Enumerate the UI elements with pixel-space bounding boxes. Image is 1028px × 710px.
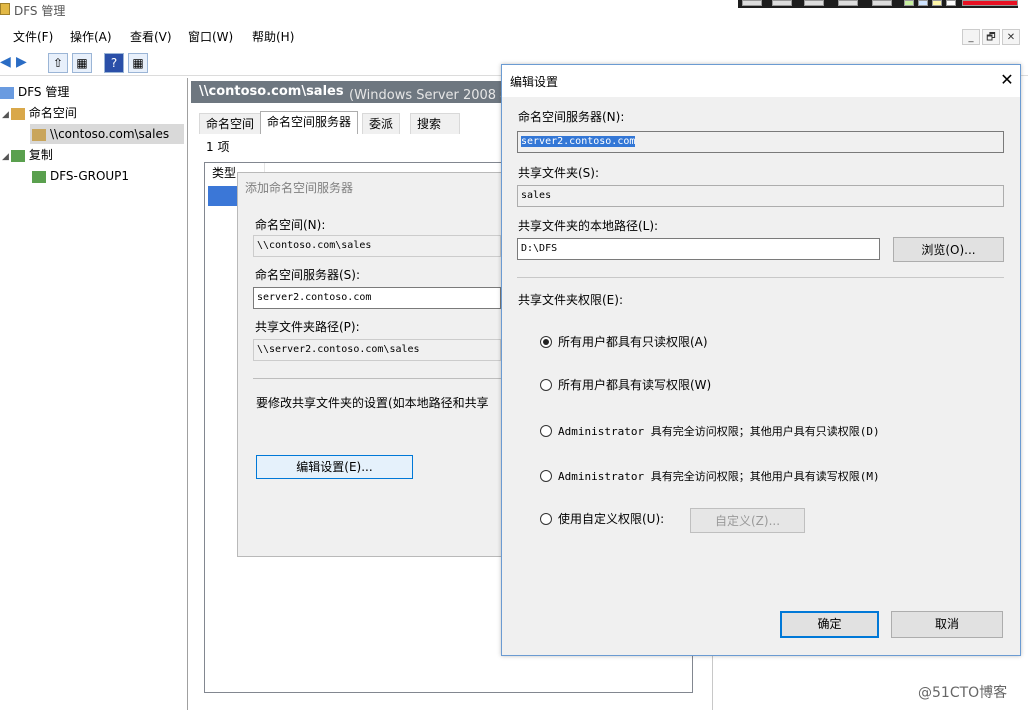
tree-replication[interactable]: ◢ 复制 <box>2 145 53 165</box>
action-pane-icon[interactable]: ▦ <box>128 53 148 73</box>
color-swatch[interactable] <box>904 0 914 6</box>
radio-label: 使用自定义权限(U): <box>558 512 665 526</box>
radio-readwrite-all[interactable]: 所有用户都具有读写权限(W) <box>540 376 711 394</box>
tab-namespace-servers[interactable]: 命名空间服务器 <box>260 111 359 134</box>
ns-server-field: server2.contoso.com <box>517 131 1004 153</box>
share-path-field: \\server2.contoso.com\sales <box>253 339 501 361</box>
radio-icon[interactable] <box>540 512 552 525</box>
shared-folder-field: sales <box>517 185 1004 207</box>
namespace-icon <box>10 107 25 120</box>
menu-view[interactable]: 查看(V) <box>130 28 172 45</box>
strip-button[interactable] <box>742 0 762 6</box>
radio-label: 所有用户都具有读写权限(W) <box>558 378 712 392</box>
radio-icon[interactable] <box>540 425 552 437</box>
radio-label: 所有用户都具有只读权限(A) <box>558 335 708 349</box>
close-icon[interactable]: ✕ <box>1002 29 1020 45</box>
strip-button[interactable] <box>838 0 858 6</box>
local-path-label: 共享文件夹的本地路径(L): <box>518 219 659 233</box>
menu-action[interactable]: 操作(A) <box>70 28 112 45</box>
dfs-icon <box>0 86 14 99</box>
permissions-label: 共享文件夹权限(E): <box>518 293 623 307</box>
title-bar: DFS 管理 <box>0 0 1028 22</box>
menu-file[interactable]: 文件(F) <box>13 28 53 45</box>
edit-dialog-title-bar <box>502 65 1020 97</box>
radio-icon[interactable] <box>540 470 552 482</box>
expand-icon[interactable]: ◢ <box>2 152 9 162</box>
replication-group-icon <box>32 170 46 183</box>
menu-help[interactable]: 帮助(H) <box>252 28 294 45</box>
up-folder-icon[interactable]: ⇧ <box>48 53 68 73</box>
radio-label: Administrator 具有完全访问权限；其他用户具有只读权限(D) <box>558 425 880 438</box>
close-icon[interactable]: ✕ <box>997 70 1017 90</box>
expand-icon[interactable]: ◢ <box>2 110 9 120</box>
strip-button[interactable] <box>872 0 892 6</box>
add-dialog-title: 添加命名空间服务器 <box>245 181 354 195</box>
tree-namespace-item[interactable]: \\contoso.com\sales <box>30 124 184 144</box>
namespace-mode: (Windows Server 2008 模 <box>349 88 514 103</box>
divider <box>253 378 501 379</box>
radio-admin-full-others-readonly[interactable]: Administrator 具有完全访问权限；其他用户具有只读权限(D) <box>540 423 880 441</box>
tree-replication-label: 复制 <box>28 148 53 162</box>
tree-root-label: DFS 管理 <box>18 85 70 99</box>
back-arrow-icon[interactable]: ◀ <box>0 55 11 69</box>
tab-delegation[interactable]: 委派 <box>362 113 401 134</box>
cancel-button[interactable]: 取消 <box>891 611 1003 638</box>
radio-readonly-all[interactable]: 所有用户都具有只读权限(A) <box>540 333 708 351</box>
edit-settings-button[interactable]: 编辑设置(E)... <box>256 455 413 479</box>
ns-server-value: server2.contoso.com <box>521 136 636 147</box>
custom-permissions-button[interactable]: 自定义(Z)... <box>690 508 805 533</box>
tree-replication-item-label: DFS-GROUP1 <box>50 169 130 183</box>
watermark: @51CTO博客 <box>918 685 1008 701</box>
divider <box>517 277 1004 278</box>
strip-button[interactable] <box>772 0 792 6</box>
replication-icon <box>10 149 25 162</box>
show-pane-icon[interactable]: ▦ <box>72 53 92 73</box>
tree-namespaces[interactable]: ◢ 命名空间 <box>2 103 77 123</box>
tree-replication-item[interactable]: DFS-GROUP1 <box>32 166 129 186</box>
server-field[interactable]: server2.contoso.com <box>253 287 501 309</box>
tree-namespaces-label: 命名空间 <box>28 106 77 120</box>
app-icon <box>0 3 10 15</box>
share-path-label: 共享文件夹路径(P): <box>255 320 360 334</box>
tab-namespace[interactable]: 命名空间 <box>199 113 262 134</box>
forward-arrow-icon[interactable]: ▶ <box>16 55 32 69</box>
color-swatch[interactable] <box>932 0 942 6</box>
ok-button[interactable]: 确定 <box>780 611 879 638</box>
radio-label: Administrator 具有完全访问权限；其他用户具有读写权限(M) <box>558 470 880 483</box>
details-header: \\contoso.com\sales (Windows Server 2008… <box>191 81 513 103</box>
window-title: DFS 管理 <box>14 4 66 18</box>
color-swatch[interactable] <box>946 0 956 6</box>
radio-custom[interactable]: 使用自定义权限(U): <box>540 510 664 528</box>
item-count: 1 项 <box>206 140 230 154</box>
namespace-field: \\contoso.com\sales <box>253 235 501 257</box>
strip-button[interactable] <box>804 0 824 6</box>
tree-namespace-item-label: \\contoso.com\sales <box>50 127 170 141</box>
edit-dialog-title: 编辑设置 <box>510 75 559 89</box>
restore-icon[interactable]: 🗗 <box>982 29 1000 45</box>
list-item[interactable] <box>208 186 238 206</box>
radio-admin-full-others-readwrite[interactable]: Administrator 具有完全访问权限；其他用户具有读写权限(M) <box>540 468 880 486</box>
help-icon[interactable]: ? <box>104 53 124 73</box>
namespace-path: \\contoso.com\sales <box>199 84 344 99</box>
server-label: 命名空间服务器(S): <box>255 268 361 282</box>
close-window-button[interactable] <box>962 0 1018 6</box>
shared-folder-label: 共享文件夹(S): <box>518 166 600 180</box>
minimize-icon[interactable]: _ <box>962 29 980 45</box>
browse-button[interactable]: 浏览(O)... <box>893 237 1004 262</box>
tree-root[interactable]: DFS 管理 <box>0 82 69 102</box>
tab-search[interactable]: 搜索 <box>410 113 460 134</box>
color-swatch[interactable] <box>918 0 928 6</box>
radio-selected-icon[interactable] <box>540 335 552 348</box>
radio-icon[interactable] <box>540 378 552 391</box>
ns-server-label: 命名空间服务器(N): <box>518 110 625 124</box>
edit-settings-note: 要修改共享文件夹的设置(如本地路径和共享 <box>256 396 489 410</box>
menu-window[interactable]: 窗口(W) <box>188 28 233 45</box>
namespace-label: 命名空间(N): <box>255 218 326 232</box>
namespace-folder-icon <box>32 128 46 141</box>
local-path-input[interactable]: D:\DFS <box>517 238 880 260</box>
